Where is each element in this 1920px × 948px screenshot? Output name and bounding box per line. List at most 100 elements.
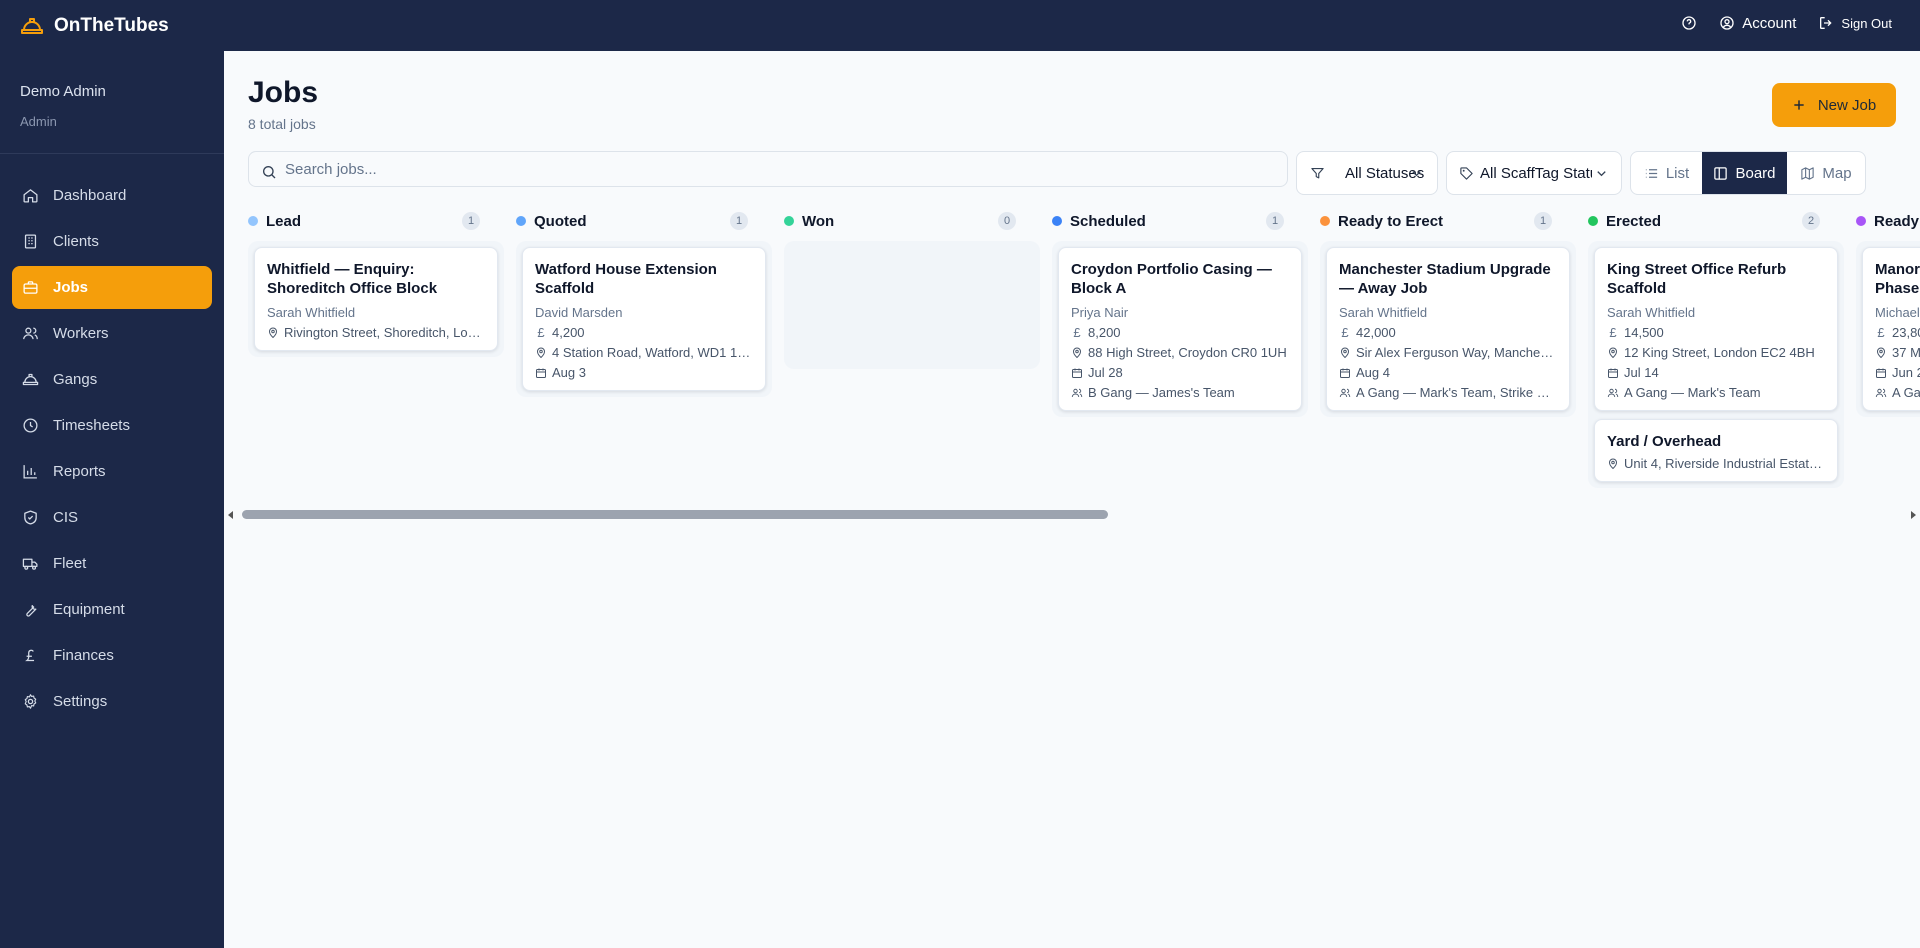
job-date: Aug 3 xyxy=(535,365,753,380)
sidebar-item-clients[interactable]: Clients xyxy=(12,220,212,263)
new-job-button[interactable]: New Job xyxy=(1772,83,1896,127)
bar-chart-icon xyxy=(22,463,39,480)
job-gang: A Gang — Mark's Team, Strike Squad xyxy=(1339,385,1557,400)
sidebar-item-cis[interactable]: CIS xyxy=(12,496,212,539)
help-circle-icon xyxy=(1682,16,1696,30)
job-address: 4 Station Road, Watford, WD1 1LU xyxy=(535,345,753,360)
gear-icon xyxy=(22,693,39,710)
job-title: Whitfield — Enquiry: Shoreditch Office B… xyxy=(267,261,438,297)
board-horizontal-scrollbar[interactable] xyxy=(224,508,1920,522)
view-map-button[interactable]: Map xyxy=(1787,152,1865,194)
job-address-text: 37 Manor Road xyxy=(1892,345,1920,360)
brand[interactable]: OnTheTubes xyxy=(20,0,169,51)
clock-icon xyxy=(22,417,39,434)
job-title: Croydon Portfolio Casing — Block A xyxy=(1071,261,1272,297)
job-card[interactable]: Manchester Stadium Upgrade — Away Job Sa… xyxy=(1326,247,1570,411)
job-card[interactable]: Yard / Overhead Unit 4, Riverside Indust… xyxy=(1594,419,1838,482)
column-quoted: Quoted 1 Watford House Extension Scaffol… xyxy=(492,201,772,481)
job-value-text: 4,200 xyxy=(552,325,585,340)
view-list-label: List xyxy=(1665,164,1690,182)
map-pin-icon xyxy=(1875,347,1887,359)
job-value-text: 23,800 xyxy=(1892,325,1920,340)
job-client: Sarah Whitfield xyxy=(267,305,356,320)
job-date-text: Aug 4 xyxy=(1356,365,1390,380)
pound-icon: £ xyxy=(537,325,545,340)
column-body: Croydon Portfolio Casing — Block A Priya… xyxy=(1052,241,1308,417)
list-icon xyxy=(1645,168,1657,178)
job-address: Rivington Street, Shoreditch, London xyxy=(267,325,485,340)
column-won: Won 0 xyxy=(760,201,1040,481)
column-ready: Ready 1 Manor House Renovation — Phase 2… xyxy=(1832,201,1920,481)
sidebar-item-reports[interactable]: Reports xyxy=(12,450,212,493)
job-card[interactable]: King Street Office Refurb Scaffold Sarah… xyxy=(1594,247,1838,411)
column-header: Ready to Erect 1 xyxy=(1320,211,1552,231)
top-bar: OnTheTubes Account Sign Out xyxy=(0,0,1920,51)
column-title: Scheduled xyxy=(1070,212,1146,230)
users-icon xyxy=(1071,387,1083,399)
job-address-text: 12 King Street, London EC2 4BH xyxy=(1624,345,1815,360)
sidebar-item-settings[interactable]: Settings xyxy=(12,680,212,723)
shield-icon xyxy=(22,509,39,526)
job-title: Manor House Renovation — Phase 2 xyxy=(1875,261,1920,297)
search-input[interactable] xyxy=(285,160,1265,178)
job-card[interactable]: Watford House Extension Scaffold David M… xyxy=(522,247,766,391)
job-card[interactable]: Whitfield — Enquiry: Shoreditch Office B… xyxy=(254,247,498,351)
job-value-text: 42,000 xyxy=(1356,325,1396,340)
users-icon xyxy=(22,325,39,342)
sidebar-item-label: Jobs xyxy=(53,279,89,296)
sidebar-item-fleet[interactable]: Fleet xyxy=(12,542,212,585)
column-scheduled: Scheduled 1 Croydon Portfolio Casing — B… xyxy=(1028,201,1308,481)
map-pin-icon xyxy=(535,347,547,359)
job-gang-text: B Gang — James's Team xyxy=(1088,385,1235,400)
column-count-badge: 1 xyxy=(730,212,748,230)
calendar-icon xyxy=(1875,367,1887,379)
sidebar-item-finances[interactable]: Finances xyxy=(12,634,212,677)
job-card[interactable]: Manor House Renovation — Phase 2 Michael… xyxy=(1862,247,1920,411)
sign-out-label: Sign Out xyxy=(1841,15,1892,31)
job-value: £8,200 xyxy=(1071,325,1289,340)
sidebar-item-gangs[interactable]: Gangs xyxy=(12,358,212,401)
scafftag-filter-select[interactable]: All ScaffTag Status xyxy=(1446,151,1622,195)
sign-out-button[interactable]: Sign Out xyxy=(1818,15,1892,31)
column-header: Erected 2 xyxy=(1588,211,1820,231)
kanban-board: Lead 1 Whitfield — Enquiry: Shoreditch O… xyxy=(224,201,1920,511)
view-list-button[interactable]: List xyxy=(1631,152,1702,194)
status-filter-select[interactable]: All Statuses xyxy=(1296,151,1438,195)
scroll-left-arrow[interactable] xyxy=(228,511,233,519)
column-body: Watford House Extension Scaffold David M… xyxy=(516,241,772,397)
sidebar-item-equipment[interactable]: Equipment xyxy=(12,588,212,631)
hard-hat-icon xyxy=(22,371,39,388)
user-role: Admin xyxy=(20,114,57,129)
job-address-text: Sir Alex Ferguson Way, Manchester xyxy=(1356,345,1557,360)
calendar-icon xyxy=(1071,367,1083,379)
sidebar-item-workers[interactable]: Workers xyxy=(12,312,212,355)
account-button[interactable]: Account xyxy=(1719,15,1796,32)
map-pin-icon xyxy=(1071,347,1083,359)
job-title: Yard / Overhead xyxy=(1607,433,1722,450)
column-count-badge: 1 xyxy=(1534,212,1552,230)
sidebar: Demo Admin Admin Dashboard Clients Jobs … xyxy=(0,51,224,948)
sidebar-item-jobs[interactable]: Jobs xyxy=(12,266,212,309)
scrollbar-thumb[interactable] xyxy=(242,510,1108,519)
scroll-right-arrow[interactable] xyxy=(1911,511,1916,519)
pound-icon: £ xyxy=(1609,325,1617,340)
app-name: OnTheTubes xyxy=(54,14,169,36)
job-date-text: Jul 14 xyxy=(1624,365,1659,380)
job-client: Michael xyxy=(1875,305,1920,320)
view-board-label: Board xyxy=(1735,164,1776,182)
status-dot xyxy=(784,216,794,226)
help-button[interactable] xyxy=(1681,15,1697,31)
sidebar-item-timesheets[interactable]: Timesheets xyxy=(12,404,212,447)
job-address: Sir Alex Ferguson Way, Manchester xyxy=(1339,345,1557,360)
job-card[interactable]: Croydon Portfolio Casing — Block A Priya… xyxy=(1058,247,1302,411)
job-address-text: Unit 4, Riverside Industrial Estate, Lon… xyxy=(1624,456,1825,471)
home-icon xyxy=(22,187,39,204)
building-icon xyxy=(22,233,39,250)
plus-icon xyxy=(1794,100,1804,110)
main-content: Jobs 8 total jobs New Job All Statuses A… xyxy=(224,51,1920,948)
sidebar-item-label: Fleet xyxy=(53,555,87,572)
job-date: Jul 28 xyxy=(1071,365,1289,380)
view-board-button[interactable]: Board xyxy=(1702,152,1787,194)
sidebar-item-dashboard[interactable]: Dashboard xyxy=(12,174,212,217)
column-header: Ready 1 xyxy=(1856,211,1920,231)
